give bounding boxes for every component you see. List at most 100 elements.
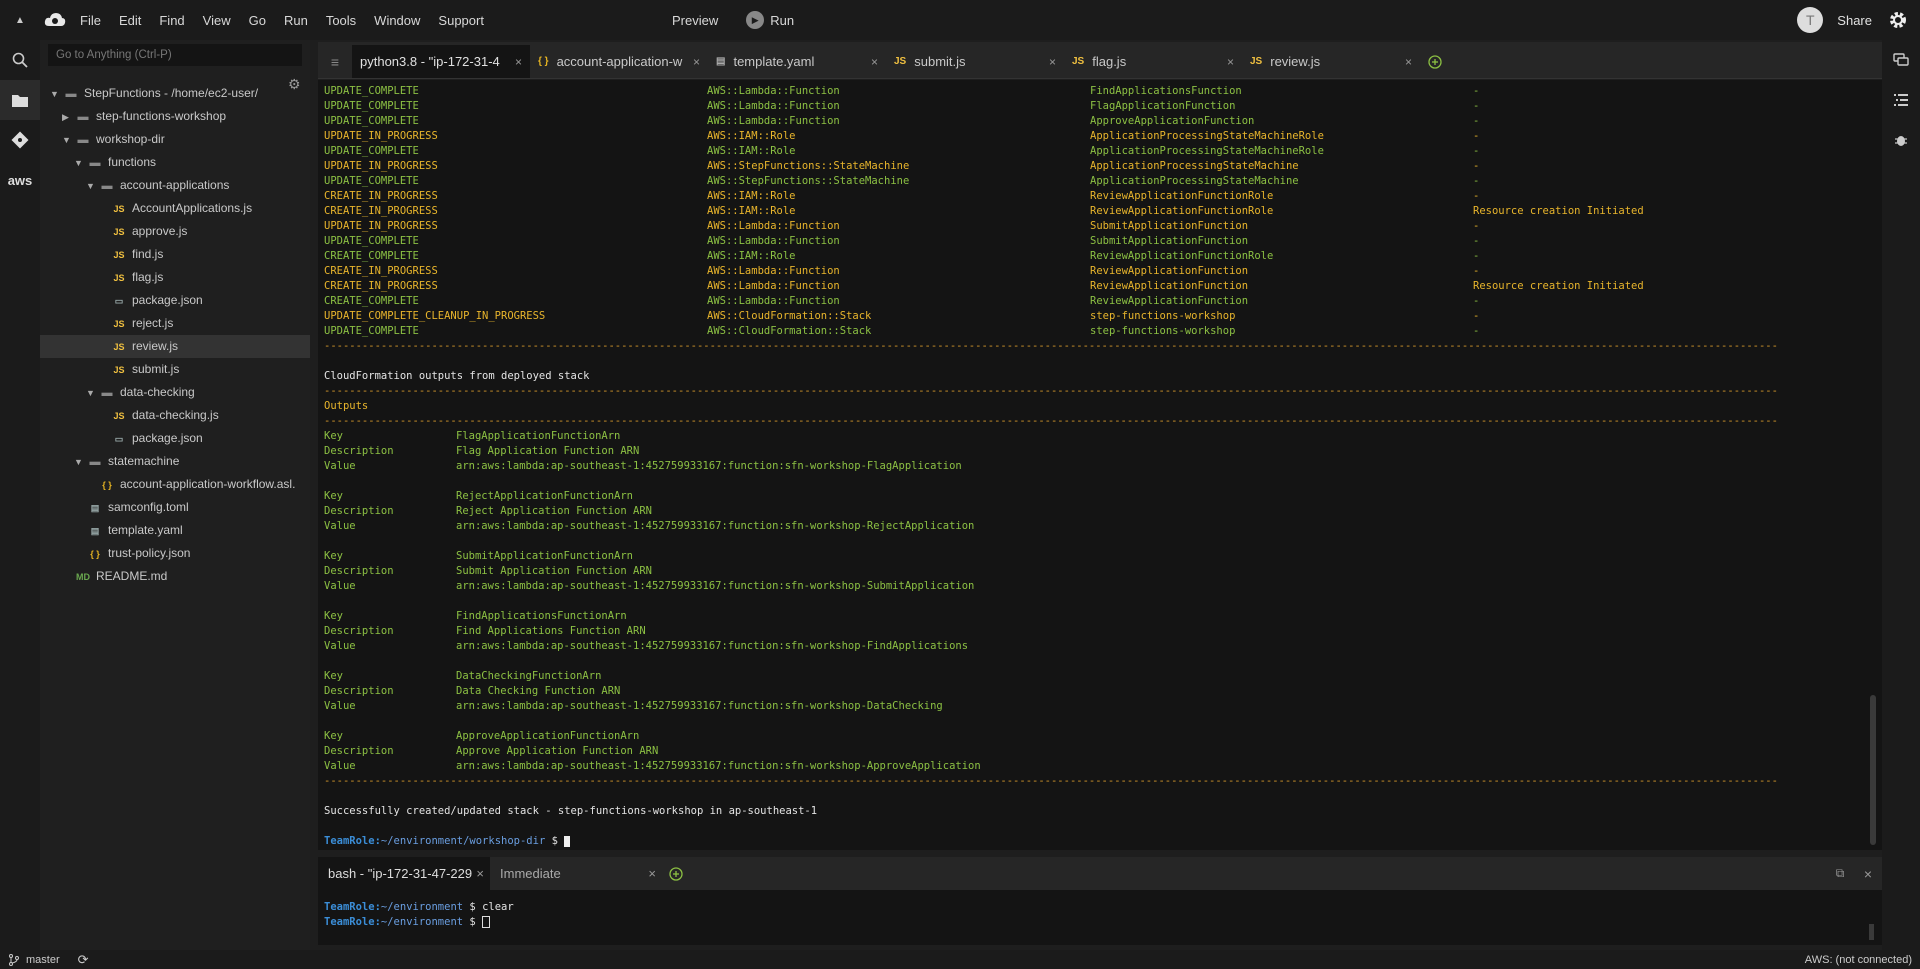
tree-item[interactable]: ▼ ▬ account-applications [40,174,310,197]
branch-name[interactable]: master [26,954,60,966]
close-icon[interactable]: × [1049,55,1056,69]
tree-item[interactable]: ▭ package.json [40,427,310,450]
close-icon[interactable]: × [1405,55,1412,69]
output-field-value: arn:aws:lambda:ap-southeast-1:4527599331… [456,700,943,712]
avatar[interactable]: T [1797,7,1824,33]
tree-item[interactable]: ▼ ▬ statemachine [40,450,310,473]
event-resource-type: AWS::IAM::Role [707,190,796,202]
tree-item[interactable]: ▤ samconfig.toml [40,496,310,519]
tree-item[interactable]: JS review.js [40,335,310,358]
event-resource-type: AWS::Lambda::Function [707,100,840,112]
tree-item[interactable]: JS reject.js [40,312,310,335]
tree-item[interactable]: JS find.js [40,243,310,266]
aws-icon[interactable]: aws [0,160,40,200]
tree-item[interactable]: ▼ ▬ data-checking [40,381,310,404]
chevron-down-icon[interactable]: ▼ [86,382,98,405]
cloud9-logo-icon[interactable] [40,12,70,28]
divider: ----------------------------------------… [324,415,1778,427]
tree-item[interactable]: { } trust-policy.json [40,542,310,565]
chevron-down-icon[interactable]: ▼ [50,83,62,106]
close-icon[interactable]: × [515,55,522,69]
chevron-down-icon[interactable]: ▼ [86,175,98,198]
close-icon[interactable]: × [693,55,700,69]
tree-item[interactable]: ▼ ▬ functions [40,151,310,174]
event-logical-id: ApplicationProcessingStateMachine [1090,160,1299,172]
close-icon[interactable]: × [871,55,878,69]
menu-run[interactable]: Run [284,13,308,28]
collaborate-icon[interactable] [1882,40,1920,80]
tree-item[interactable]: JS approve.js [40,220,310,243]
divider: ----------------------------------------… [324,775,1778,787]
editor-tab[interactable]: JS review.js × [1242,45,1420,78]
tab-bash[interactable]: bash - "ip-172-31-47-229.a × [318,857,490,890]
outline-icon[interactable] [1882,80,1920,120]
run-icon[interactable]: ▶ [746,11,765,29]
chevron-down-icon[interactable]: ▼ [62,129,74,152]
tab-menu-icon[interactable]: ≡ [318,45,352,78]
go-to-anything-input[interactable]: Go to Anything (Ctrl-P) [48,44,302,66]
search-icon[interactable] [0,40,40,80]
tree-item[interactable]: ▭ package.json [40,289,310,312]
menu-tools[interactable]: Tools [326,13,356,28]
maximize-panel-icon[interactable]: ⧉ [1826,866,1854,881]
share-button[interactable]: Share [1837,13,1872,28]
success-message: Successfully created/updated stack - ste… [324,805,818,817]
tree-item[interactable]: ▼ ▬ StepFunctions - /home/ec2-user/ [40,82,310,105]
bash-terminal[interactable]: TeamRole:~/environment $ clear TeamRole:… [318,890,1882,945]
menu-support[interactable]: Support [438,13,484,28]
close-icon[interactable]: × [476,866,484,881]
sync-icon[interactable]: ⟳ [78,952,89,968]
terminal-scrollbar[interactable] [1870,695,1876,845]
close-icon[interactable]: × [648,866,656,881]
add-terminal-icon[interactable] [662,857,690,890]
editor-tab[interactable]: ▤ template.yaml × [708,45,886,78]
tree-item-label: account-application-workflow.asl. [120,477,296,491]
tree-item-label: find.js [132,247,164,261]
preview-menu[interactable]: Preview [672,13,718,28]
tree-item[interactable]: ▶ ▬ step-functions-workshop [40,105,310,128]
branch-icon[interactable] [8,953,20,966]
tree-item[interactable]: MD README.md [40,565,310,588]
menu-go[interactable]: Go [249,13,266,28]
output-field-label: Key [324,430,343,442]
tree-item[interactable]: { } account-application-workflow.asl. [40,473,310,496]
tab-immediate[interactable]: Immediate × [490,857,662,890]
menu-find[interactable]: Find [159,13,184,28]
aws-connection-status[interactable]: AWS: (not connected) [1805,954,1912,966]
tree-item-label: AccountApplications.js [132,201,253,215]
chevron-down-icon[interactable]: ▼ [74,451,86,474]
output-field-label: Key [324,670,343,682]
js-file-icon: JS [113,227,125,237]
editor-tab[interactable]: python3.8 - "ip-172-31-47- × [352,45,530,78]
menu-file[interactable]: File [80,13,101,28]
chevron-down-icon[interactable]: ▼ [74,152,86,175]
tree-item[interactable]: JS flag.js [40,266,310,289]
tree-item[interactable]: JS submit.js [40,358,310,381]
close-icon[interactable]: × [1227,55,1234,69]
chevron-right-icon[interactable]: ▶ [62,106,74,129]
tree-item[interactable]: JS AccountApplications.js [40,197,310,220]
bottom-scrollbar[interactable] [1869,924,1874,940]
event-reason: - [1473,130,1480,142]
gear-icon[interactable] [1886,10,1910,30]
tree-item[interactable]: ▤ template.yaml [40,519,310,542]
menu-view[interactable]: View [203,13,231,28]
run-button[interactable]: Run [770,13,794,28]
environment-icon[interactable] [0,80,40,120]
editor-tab[interactable]: { } account-application-w × [530,45,708,78]
menu-window[interactable]: Window [374,13,420,28]
json-file-icon: ▭ [114,434,124,444]
prompt-user: TeamRole: [324,835,381,847]
add-tab-icon[interactable] [1420,45,1450,78]
tab-list: python3.8 - "ip-172-31-47- × { } account-ap… [352,45,1420,78]
collapse-menu-icon[interactable]: ▲ [0,15,40,26]
menu-edit[interactable]: Edit [119,13,141,28]
debugger-icon[interactable] [1882,120,1920,160]
editor-tab[interactable]: JS flag.js × [1064,45,1242,78]
tree-item[interactable]: JS data-checking.js [40,404,310,427]
editor-tab[interactable]: JS submit.js × [886,45,1064,78]
terminal-output[interactable]: UPDATE_COMPLETE AWS::Lambda::Function Find… [318,80,1882,850]
close-panel-icon[interactable]: × [1854,866,1882,882]
tree-item[interactable]: ▼ ▬ workshop-dir [40,128,310,151]
source-control-icon[interactable] [0,120,40,160]
